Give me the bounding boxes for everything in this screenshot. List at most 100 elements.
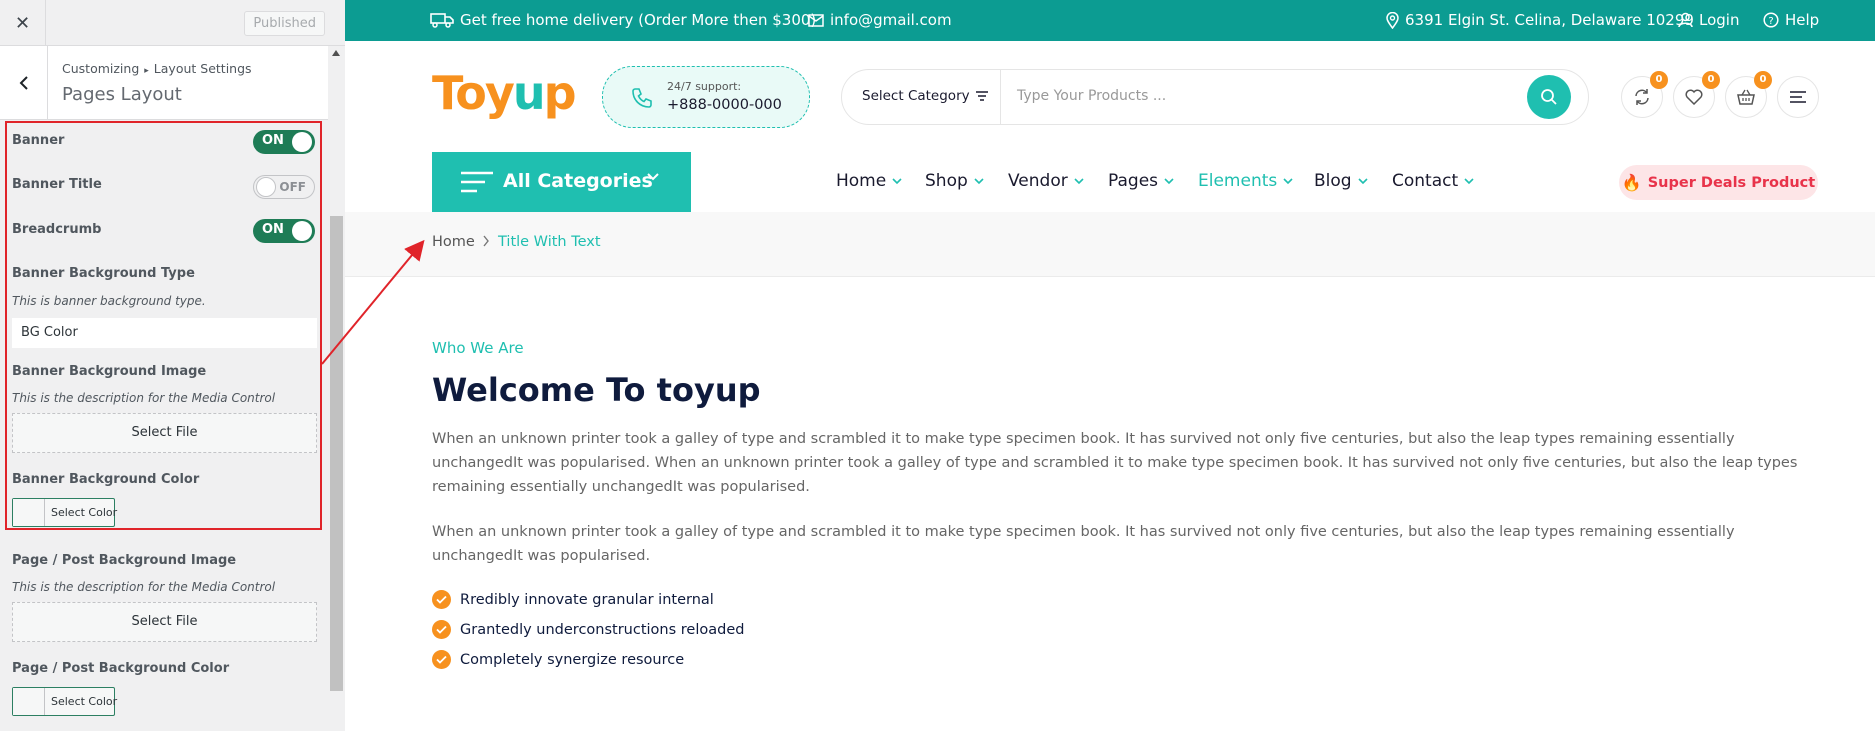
chevron-down-icon: [647, 173, 659, 181]
menu-icon: [1790, 91, 1806, 103]
category-select-label: Select Category: [862, 88, 970, 104]
page-bg-color-button[interactable]: Select Color: [12, 687, 118, 716]
logo-text-2: u: [512, 66, 546, 120]
category-select[interactable]: Select Category: [862, 88, 988, 104]
page-bg-color-button-label: Select Color: [51, 695, 118, 708]
logo-text-1: Toy: [432, 66, 515, 120]
banner-title-toggle-state: OFF: [279, 180, 306, 194]
paragraph-1: When an unknown printer took a galley of…: [432, 431, 1798, 495]
search-button[interactable]: [1527, 75, 1571, 119]
menu-button[interactable]: [1777, 76, 1819, 118]
nav-contact[interactable]: Contact: [1392, 171, 1474, 191]
section-eyebrow: Who We Are: [432, 339, 524, 357]
feature-text: Rredibly innovate granular internal: [460, 591, 714, 608]
back-button[interactable]: [0, 46, 48, 120]
breadcrumb-home-link[interactable]: Home: [432, 234, 475, 250]
email-text: info@gmail.com: [830, 11, 952, 29]
check-icon: [432, 620, 451, 639]
super-deals-button[interactable]: 🔥 Super Deals Product: [1619, 165, 1818, 200]
super-deals-label: Super Deals Product: [1647, 174, 1816, 191]
close-customizer-button[interactable]: ✕: [0, 0, 46, 46]
login-link[interactable]: Login: [1678, 11, 1739, 29]
basket-icon: [1737, 89, 1755, 105]
nav-elements-label: Elements: [1198, 171, 1278, 191]
page-breadcrumb: Home Title With Text: [345, 212, 1875, 277]
color-swatch: [13, 499, 45, 526]
wishlist-count-badge: 0: [1702, 71, 1720, 89]
compare-icon: [1635, 89, 1649, 105]
feature-item: Grantedly underconstructions reloaded: [432, 620, 744, 639]
help-link[interactable]: ? Help: [1763, 11, 1819, 29]
truck-icon: [430, 13, 454, 28]
chevron-right-icon: [483, 235, 489, 247]
feature-item: Completely synergize resource: [432, 650, 684, 669]
nav-blog-label: Blog: [1314, 171, 1352, 191]
all-categories-button[interactable]: All Categories: [432, 152, 691, 212]
nav-elements[interactable]: Elements: [1198, 171, 1293, 191]
published-button[interactable]: Published: [244, 11, 325, 36]
nav-vendor[interactable]: Vendor: [1008, 171, 1084, 191]
breadcrumb-toggle-state: ON: [262, 222, 284, 237]
bg-type-select[interactable]: BG Color: [12, 318, 317, 348]
support-phone: +888-0000-000: [667, 97, 782, 113]
scrollbar-thumb[interactable]: [330, 216, 343, 691]
page-bg-image-label: Page / Post Background Image: [12, 553, 237, 568]
heart-icon: [1685, 89, 1703, 105]
nav-home[interactable]: Home: [836, 171, 902, 191]
feature-text: Grantedly underconstructions reloaded: [460, 621, 745, 638]
compare-button[interactable]: 0: [1621, 71, 1668, 118]
nav-shop[interactable]: Shop: [925, 171, 984, 191]
toggle-knob: [256, 177, 276, 197]
feature-text: Completely synergize resource: [460, 651, 685, 668]
close-icon: ✕: [14, 12, 31, 34]
bg-image-description: This is the description for the Media Co…: [12, 391, 276, 405]
breadcrumb-root: Customizing: [62, 61, 140, 76]
bg-color-label: Banner Background Color: [12, 472, 200, 487]
customizer-header: ✕ Published: [0, 0, 345, 46]
page-bg-image-select-file-button[interactable]: Select File: [12, 602, 317, 642]
nav-blog[interactable]: Blog: [1314, 171, 1368, 191]
toggle-knob: [292, 132, 312, 152]
breadcrumb-current: Title With Text: [498, 234, 601, 250]
breadcrumb-toggle[interactable]: ON: [253, 219, 315, 243]
fire-icon: 🔥: [1621, 173, 1642, 192]
help-text: Help: [1785, 11, 1820, 29]
address-link[interactable]: 6391 Elgin St. Celina, Delaware 10299: [1386, 11, 1694, 29]
nav-home-label: Home: [836, 171, 887, 191]
top-bar: Get free home delivery (Order More then …: [345, 0, 1875, 41]
scroll-up-icon[interactable]: [332, 50, 340, 56]
customizer-scrollbar[interactable]: [328, 46, 345, 731]
nav-vendor-label: Vendor: [1008, 171, 1068, 191]
support-box[interactable]: 24/7 support: +888-0000-000: [602, 66, 810, 128]
wishlist-button[interactable]: 0: [1673, 71, 1720, 118]
site-logo[interactable]: Toyup: [432, 66, 577, 120]
banner-title-toggle[interactable]: OFF: [253, 175, 315, 199]
nav-shop-label: Shop: [925, 171, 968, 191]
nav-pages-label: Pages: [1108, 171, 1159, 191]
search-input[interactable]: Type Your Products ...: [1017, 88, 1166, 104]
check-icon: [432, 650, 451, 669]
nav-pages[interactable]: Pages: [1108, 171, 1174, 191]
mail-icon: [808, 13, 824, 27]
chevron-down-icon: [1358, 177, 1368, 184]
customizer-panel: ✕ Published Customizing ▸ Layout Settings …: [0, 0, 345, 731]
customizer-breadcrumb: Customizing ▸ Layout Settings: [62, 61, 252, 76]
banner-toggle[interactable]: ON: [253, 130, 315, 154]
nav-contact-label: Contact: [1392, 171, 1459, 191]
chevron-down-icon: [1164, 177, 1174, 184]
cart-button[interactable]: 0: [1725, 71, 1772, 118]
search-icon: [1541, 89, 1557, 105]
paragraph-2: When an unknown printer took a galley of…: [432, 524, 1735, 564]
page-bg-image-description: This is the description for the Media Co…: [12, 580, 276, 594]
check-icon: [432, 590, 451, 609]
email-link[interactable]: info@gmail.com: [808, 11, 952, 29]
logo-text-3: p: [543, 66, 577, 120]
banner-toggle-state: ON: [262, 133, 284, 148]
delivery-text: Get free home delivery (Order More then …: [460, 11, 817, 29]
bg-color-button[interactable]: Select Color: [12, 498, 117, 527]
page-bg-color-label: Page / Post Background Color: [12, 661, 230, 676]
search-bar: Select Category Type Your Products ...: [841, 69, 1589, 125]
location-pin-icon: [1386, 11, 1399, 29]
bg-image-select-file-button[interactable]: Select File: [12, 413, 317, 453]
chevron-down-icon: [1464, 177, 1474, 184]
